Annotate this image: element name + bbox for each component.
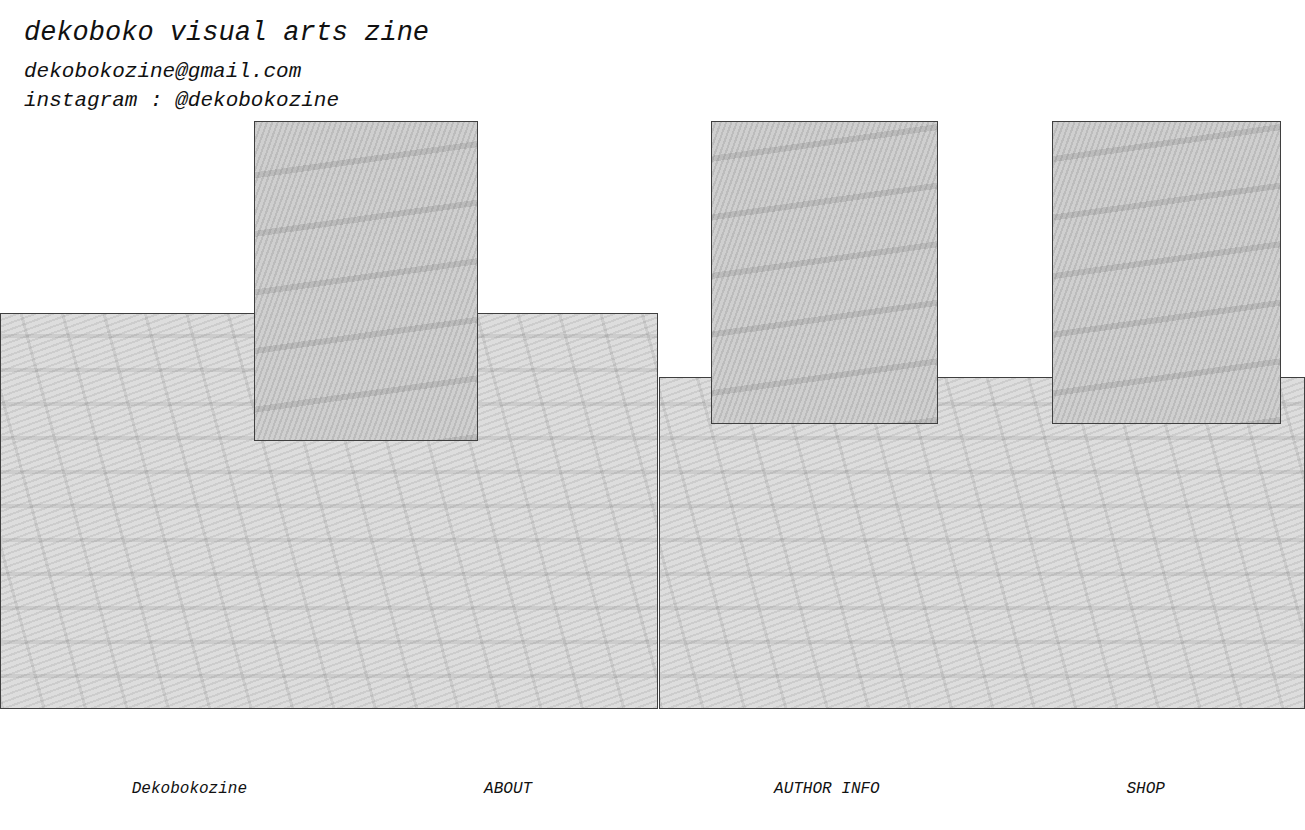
artwork-image (1052, 121, 1281, 424)
site-nav: Dekobokozine ABOUT AUTHOR INFO SHOP (0, 779, 1305, 799)
artwork-image (254, 121, 478, 441)
email-link[interactable]: dekobokozine@gmail.com (24, 57, 1281, 86)
artwork-image (659, 377, 1305, 709)
artwork-right (659, 121, 1305, 709)
nav-link[interactable]: SHOP (1126, 779, 1164, 799)
artwork-area (0, 121, 1305, 709)
site-title[interactable]: dekoboko visual arts zine (24, 17, 1281, 49)
nav-link[interactable]: AUTHOR INFO (774, 779, 880, 799)
page: dekoboko visual arts zine dekobokozine@gm… (0, 0, 1305, 830)
instagram-link[interactable]: instagram : @dekobokozine (24, 86, 1281, 115)
artwork-image (711, 121, 938, 424)
site-header: dekoboko visual arts zine dekobokozine@gm… (0, 0, 1305, 104)
nav-link[interactable]: Dekobokozine (132, 779, 247, 799)
artwork-left (0, 121, 658, 709)
nav-link[interactable]: ABOUT (484, 779, 532, 799)
